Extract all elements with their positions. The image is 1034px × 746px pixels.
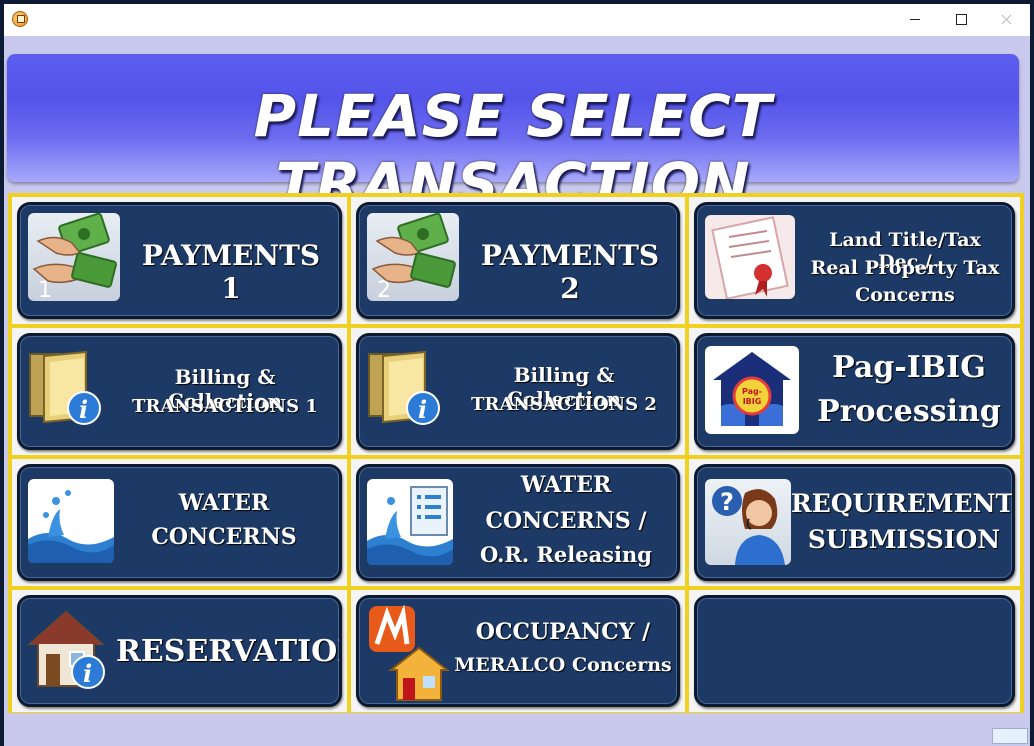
bottom-strip [4, 716, 1030, 746]
billing-collection-2-button[interactable]: i Billing & Collection TRANSACTIONS 2 [356, 333, 680, 450]
app-window: PLEASE SELECT TRANSACTION 1 PAYMENTS 1 2… [4, 4, 1030, 746]
land-title-tax-button[interactable]: Land Title/Tax Dec./ Real Property Tax C… [694, 202, 1015, 319]
certificate-document-icon [705, 215, 795, 299]
occupancy-meralco-button[interactable]: OCCUPANCY / MERALCO Concerns [356, 595, 680, 707]
tile-label-line1: WATER [520, 472, 612, 498]
tile-label-line1: WATER [178, 490, 270, 516]
tile-label-line1: OCCUPANCY / [475, 619, 651, 645]
tile-label-line2: Processing [817, 394, 1001, 429]
svg-text:i: i [83, 659, 92, 688]
water-concerns-button[interactable]: WATER CONCERNS [17, 464, 342, 581]
tile-cell: WATER CONCERNS [12, 459, 347, 586]
payment-hand-cash-icon: 1 [28, 213, 120, 301]
tile-cell: WATER CONCERNS / O.R. Releasing [351, 459, 685, 586]
tile-label: PAYMENTS 1 [141, 239, 321, 306]
tile-label-line1: REQUIREMENTS [791, 489, 1015, 518]
svg-text:IBIG: IBIG [743, 397, 762, 406]
maximize-button[interactable] [938, 4, 984, 36]
tile-cell: Land Title/Tax Dec./ Real Property Tax C… [689, 197, 1020, 324]
app-icon [12, 11, 28, 27]
requirements-submission-button[interactable]: ? REQUIREMENTS SUBMISSION [694, 464, 1015, 581]
header-banner: PLEASE SELECT TRANSACTION [7, 54, 1019, 218]
tile-cell: ? REQUIREMENTS SUBMISSION [689, 459, 1020, 586]
badge-number: 1 [38, 278, 52, 301]
close-button[interactable] [984, 4, 1030, 36]
tile-cell: 2 PAYMENTS 2 [351, 197, 685, 324]
tile-cell: i Billing & Collection TRANSACTIONS 1 [12, 328, 347, 455]
tile-cell [689, 590, 1020, 712]
water-splash-icon [28, 479, 114, 563]
billing-collection-1-button[interactable]: i Billing & Collection TRANSACTIONS 1 [17, 333, 342, 450]
reservation-button[interactable]: i RESERVATION [17, 595, 342, 707]
tile-label-line1: Pag-IBIG [832, 350, 986, 385]
tile-label-line2: MERALCO Concerns [454, 654, 672, 676]
tile-cell: 1 PAYMENTS 1 [12, 197, 347, 324]
badge-number: 2 [377, 278, 391, 301]
tile-label-line2: SUBMISSION [807, 525, 1001, 554]
water-concerns-or-releasing-button[interactable]: WATER CONCERNS / O.R. Releasing [356, 464, 680, 581]
tile-label-line3: Concerns [855, 284, 955, 306]
tile-label-line2: TRANSACTIONS 1 [132, 396, 318, 417]
payment-hand-cash-icon: 2 [367, 213, 459, 301]
svg-text:i: i [418, 395, 427, 424]
tile-cell: i RESERVATION [12, 590, 347, 712]
folder-info-icon: i [365, 348, 445, 428]
svg-text:?: ? [720, 488, 734, 516]
empty-tile [694, 595, 1015, 707]
transaction-grid: 1 PAYMENTS 1 2 PAYMENTS 2 Land Title/Tax… [8, 193, 1024, 713]
payments-2-button[interactable]: 2 PAYMENTS 2 [356, 202, 680, 319]
status-indicator [992, 728, 1028, 744]
tile-label-line2: CONCERNS / [485, 508, 647, 534]
folder-info-icon: i [26, 348, 106, 428]
water-document-icon [367, 479, 453, 565]
tile-label-line2: CONCERNS [151, 524, 297, 550]
tile-label: RESERVATION [116, 634, 342, 669]
payments-1-button[interactable]: 1 PAYMENTS 1 [17, 202, 342, 319]
title-bar [4, 4, 1030, 36]
tile-cell: i Billing & Collection TRANSACTIONS 2 [351, 328, 685, 455]
svg-text:i: i [79, 395, 88, 424]
tile-cell: OCCUPANCY / MERALCO Concerns [351, 590, 685, 712]
tile-label-line3: O.R. Releasing [480, 542, 652, 567]
minimize-button[interactable] [892, 4, 938, 36]
tile-label: PAYMENTS 2 [480, 239, 660, 306]
pagibig-logo-icon: Pag- IBIG [705, 346, 799, 434]
pagibig-processing-button[interactable]: Pag- IBIG Pag-IBIG Processing [694, 333, 1015, 450]
meralco-house-icon [367, 604, 451, 702]
house-info-icon: i [26, 608, 110, 692]
tile-cell: Pag- IBIG Pag-IBIG Processing [689, 328, 1020, 455]
svg-text:Pag-: Pag- [742, 387, 762, 396]
support-agent-icon: ? [705, 479, 791, 565]
tile-label-line2: TRANSACTIONS 2 [471, 394, 657, 415]
tile-label-line2: Real Property Tax [810, 257, 1000, 279]
